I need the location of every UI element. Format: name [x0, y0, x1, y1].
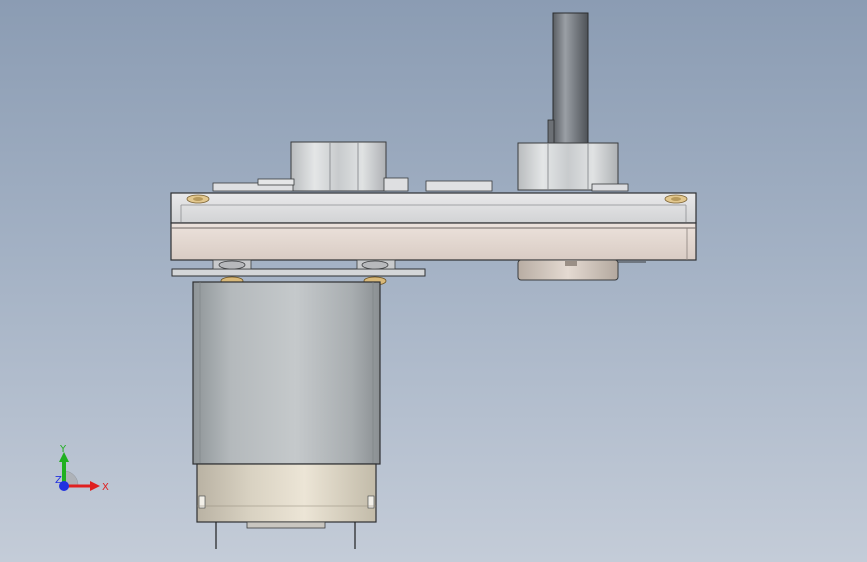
gear-motor-model[interactable]	[0, 0, 867, 562]
right-bearing-boss[interactable]	[517, 142, 619, 191]
y-axis-label: Y	[59, 444, 67, 455]
motor-end-cap[interactable]	[196, 463, 377, 529]
gearbox-top-plate[interactable]	[170, 192, 697, 224]
gearbox-housing[interactable]	[170, 222, 697, 261]
output-shaft[interactable]	[547, 12, 589, 145]
left-bearing-boss[interactable]	[290, 141, 387, 192]
output-hub[interactable]	[517, 259, 646, 281]
motor-mount-flange[interactable]	[171, 259, 426, 286]
cad-viewport[interactable]: Y X Z	[0, 0, 867, 562]
motor-can[interactable]	[192, 281, 381, 465]
z-axis-label: Z	[55, 475, 62, 486]
x-axis-label: X	[102, 482, 109, 493]
axis-triad[interactable]: Y X Z	[40, 440, 120, 510]
